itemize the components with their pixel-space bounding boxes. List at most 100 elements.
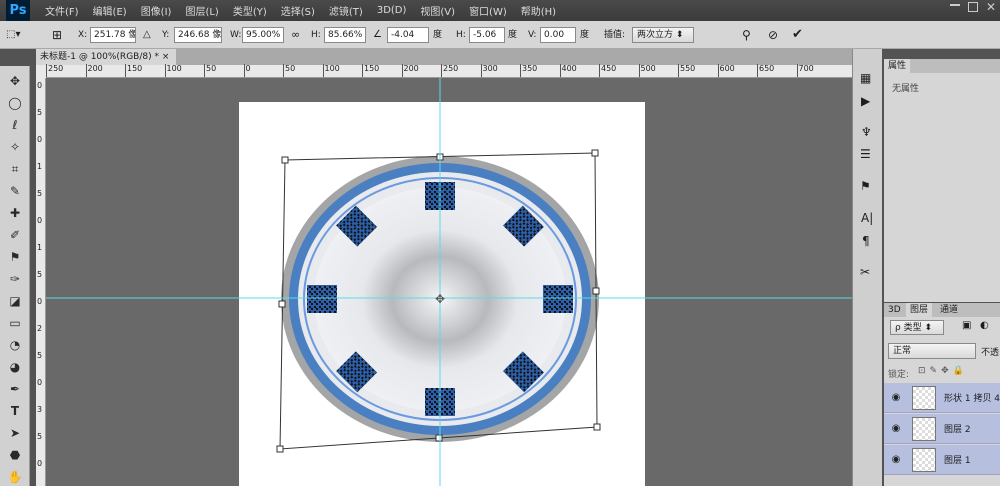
eyedropper-tool-icon[interactable]: ✎ [4,182,26,200]
transform-handle[interactable] [278,300,286,308]
filter-adjust-icon[interactable]: ◐ [980,320,989,331]
filter-image-icon[interactable]: ▣ [962,320,971,331]
actions-play-icon[interactable]: ▶ [861,94,870,108]
delta-icon[interactable]: △ [143,27,151,43]
dodge-tool-icon[interactable]: ◕ [4,358,26,376]
clone-source-icon[interactable]: ⚑ [860,179,871,193]
menu-filter[interactable]: 滤镜(T) [322,3,370,18]
menu-edit[interactable]: 编辑(E) [86,3,134,18]
h-field[interactable]: 85.66% [324,27,366,43]
shape-tool-icon[interactable]: ⬣ [4,446,26,464]
layer-name[interactable]: 形状 1 拷贝 4 [944,391,1000,404]
menu-type[interactable]: 类型(Y) [226,3,274,18]
maximize-icon[interactable] [968,2,978,12]
w-field[interactable]: 95.00% [242,27,284,43]
history-brush-icon[interactable]: ✑ [4,270,26,288]
ruler-tick [243,64,245,77]
interpolation-select[interactable]: 两次立方 ⬍ [632,27,694,43]
crop-tool-icon[interactable]: ⌗ [4,160,26,178]
ruler-tick [322,64,324,77]
reference-point-icon[interactable]: ⊞ [52,26,70,44]
properties-panel: 属性 无属性 [884,59,1000,302]
layer-row[interactable]: ◉ 形状 1 拷贝 4 [884,383,1000,413]
commit-icon[interactable]: ✔ [792,27,803,43]
character-panel-icon[interactable]: A| [861,211,873,225]
transform-handle[interactable] [592,287,600,295]
marquee-tool-icon[interactable]: ◯ [4,94,26,112]
layer-filter-select[interactable]: ρ 类型 ⬍ [890,320,944,335]
hskew-label: H: [456,30,466,40]
tab-channels[interactable]: 通道 [936,303,962,317]
gradient-tool-icon[interactable]: ▭ [4,314,26,332]
tab-close-icon[interactable]: × [162,52,170,62]
paragraph-panel-icon[interactable]: ¶ [862,234,870,248]
layer-row[interactable]: ◉ 图层 1 [884,445,1000,475]
warp-icon[interactable]: ⚲ [742,27,751,43]
vskew-field[interactable]: 0.00 [540,27,576,43]
tab-properties[interactable]: 属性 [884,59,911,73]
eraser-tool-icon[interactable]: ◪ [4,292,26,310]
ruler-left[interactable]: 0 5 0 1 5 0 1 5 0 2 5 0 3 5 0 [36,78,46,486]
move-tool-icon[interactable]: ✥ [4,72,26,90]
center-point-icon: ✥ [435,292,445,306]
layer-name[interactable]: 图层 2 [944,422,971,435]
magic-wand-icon[interactable]: ✧ [4,138,26,156]
transform-handle[interactable] [591,149,599,157]
path-selection-icon[interactable]: ➤ [4,424,26,442]
eye-icon[interactable]: ◉ [888,391,904,405]
eye-icon[interactable]: ◉ [888,453,904,467]
angle-icon: ∠ [373,29,382,40]
menu-view[interactable]: 视图(V) [413,3,462,18]
blur-tool-icon[interactable]: ◔ [4,336,26,354]
canvas-area[interactable]: ✥ [46,78,852,486]
eye-icon[interactable]: ◉ [888,422,904,436]
ruler-label: 5 [37,270,43,279]
document-tab[interactable]: 未标题-1 @ 100%(RGB/8) * × [36,49,176,65]
minimize-icon[interactable] [950,4,960,6]
menu-help[interactable]: 帮助(H) [514,3,563,18]
lock-icons[interactable]: ⊡✎✥🔒 [918,366,968,376]
ruler-label: 5 [37,108,43,117]
menu-layer[interactable]: 图层(L) [178,3,225,18]
angle-field[interactable]: -4.04 [387,27,429,43]
transform-handle[interactable] [276,445,284,453]
history-panel-icon[interactable]: ▦ [860,71,871,85]
transform-handle[interactable] [435,434,443,442]
healing-brush-icon[interactable]: ✚ [4,204,26,222]
layer-name[interactable]: 图层 1 [944,453,971,466]
layer-thumbnail [912,448,936,472]
brush-presets-icon[interactable]: ☰ [860,147,871,161]
x-field[interactable]: 251.78 像 [90,27,136,43]
transform-handle[interactable] [593,423,601,431]
tools-preset-icon[interactable]: ✂ [860,265,870,279]
lattice-motif [543,285,573,313]
ruler-tick [46,64,47,77]
close-icon[interactable]: ✕ [986,0,996,14]
transform-tool-icon[interactable]: ⬚▾ [6,27,30,43]
blend-mode-select[interactable]: 正常 [888,343,976,359]
lasso-tool-icon[interactable]: ℓ [4,116,26,134]
clone-stamp-icon[interactable]: ⚑ [4,248,26,266]
type-tool-icon[interactable]: T [4,402,26,420]
menu-3d[interactable]: 3D(D) [370,5,414,16]
menu-select[interactable]: 选择(S) [274,3,322,18]
panel-icon-strip: ▦ ▶ ♆ ☰ ⚑ A| ¶ ✂ [852,49,882,486]
layer-row[interactable]: ◉ 图层 2 [884,414,1000,444]
hskew-field[interactable]: -5.06 [469,27,505,43]
ruler-top[interactable]: 250 200 150 100 50 0 50 100 150 200 250 300 350 400 45… [46,64,852,78]
menu-window[interactable]: 窗口(W) [462,3,514,18]
menu-file[interactable]: 文件(F) [38,3,86,18]
transform-handle[interactable] [281,156,289,164]
y-field[interactable]: 246.68 像 [174,27,222,43]
cancel-icon[interactable]: ⊘ [768,27,778,43]
menu-image[interactable]: 图像(I) [134,3,179,18]
brush-panel-icon[interactable]: ♆ [861,125,872,139]
link-icon[interactable]: ∞ [291,27,300,43]
pen-tool-icon[interactable]: ✒ [4,380,26,398]
ruler-tick [164,64,166,77]
ruler-label: 5 [37,432,43,441]
tab-layers[interactable]: 图层 [906,303,933,317]
brush-tool-icon[interactable]: ✐ [4,226,26,244]
tab-3d[interactable]: 3D [884,303,905,317]
hand-tool-icon[interactable]: ✋ [4,468,26,486]
